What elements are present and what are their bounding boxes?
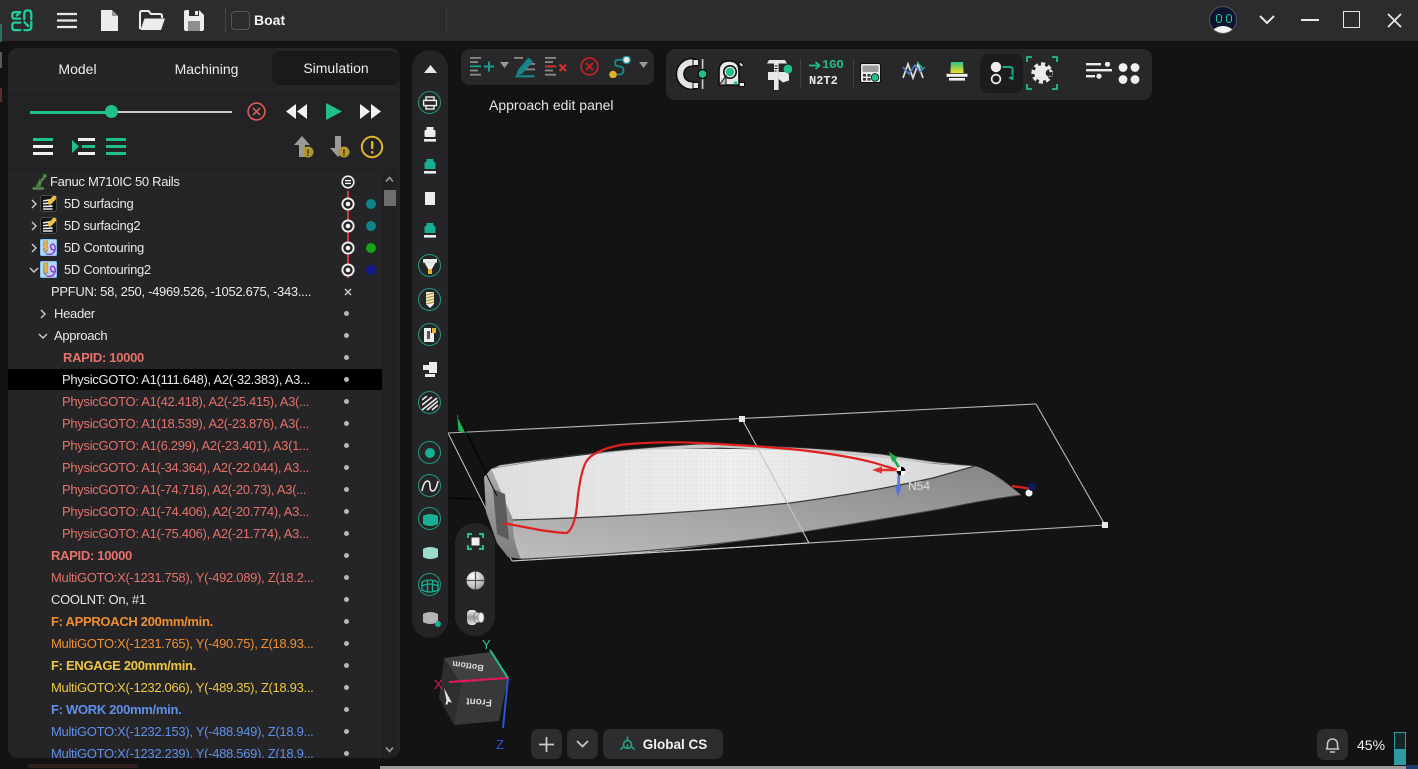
svg-text:N54: N54 <box>908 479 930 493</box>
svg-text:Front: Front <box>465 695 492 707</box>
svg-text:!: ! <box>343 148 346 158</box>
svg-text:!: ! <box>307 148 310 158</box>
svg-text:X: X <box>434 677 443 692</box>
svg-text:Z: Z <box>496 737 504 752</box>
svg-text:Y: Y <box>482 637 491 652</box>
